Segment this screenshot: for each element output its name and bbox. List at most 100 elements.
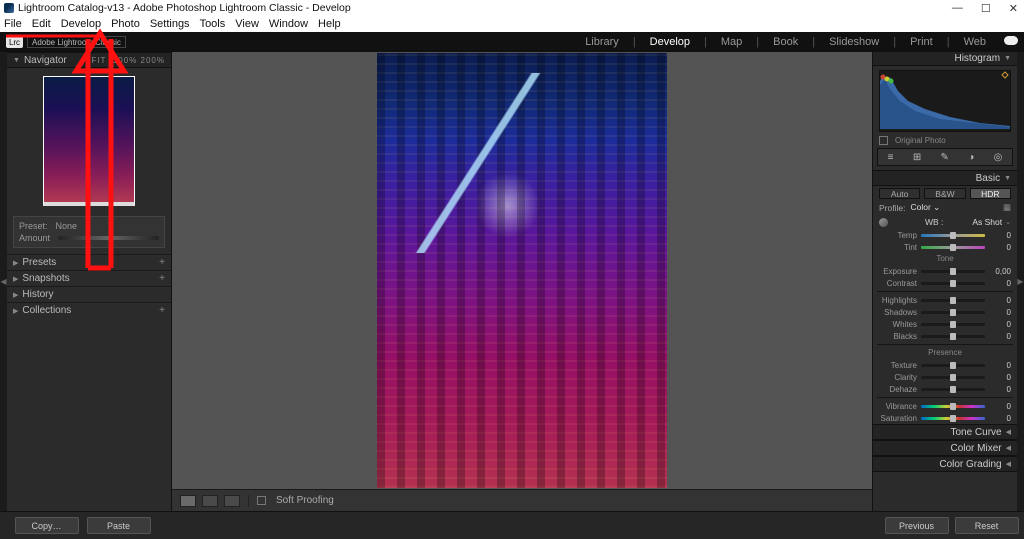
menu-settings[interactable]: Settings [150, 18, 190, 30]
menu-develop[interactable]: Develop [61, 18, 101, 30]
menu-help[interactable]: Help [318, 18, 341, 30]
slider-blacks[interactable]: Blacks0 [873, 330, 1017, 342]
slider-vibrance[interactable]: Vibrance0 [873, 400, 1017, 412]
slider-value[interactable]: 0,00 [989, 267, 1011, 276]
accordion-collections[interactable]: ▶Collections+ [7, 302, 171, 318]
right-edge-toggle[interactable]: ▶ [1017, 52, 1024, 511]
slider-knob-icon[interactable] [950, 309, 956, 316]
slider-knob-icon[interactable] [950, 333, 956, 340]
menu-view[interactable]: View [235, 18, 259, 30]
module-library[interactable]: Library [583, 36, 621, 48]
ref-view-icon[interactable] [224, 495, 240, 507]
soft-proofing-checkbox[interactable] [257, 496, 266, 505]
add-icon[interactable]: + [159, 257, 165, 268]
slider-track[interactable] [921, 246, 985, 249]
module-print[interactable]: Print [908, 36, 935, 48]
slider-knob-icon[interactable] [950, 362, 956, 369]
loupe-view-icon[interactable] [180, 495, 196, 507]
slider-track[interactable] [921, 405, 985, 408]
slider-highlights[interactable]: Highlights0 [873, 294, 1017, 306]
before-after-icon[interactable] [202, 495, 218, 507]
slider-value[interactable]: 0 [989, 361, 1011, 370]
slider-track[interactable] [921, 364, 985, 367]
slider-knob-icon[interactable] [950, 403, 956, 410]
left-edge-toggle[interactable]: ◀ [0, 52, 7, 511]
crop-icon[interactable]: ⊞ [913, 152, 921, 163]
slider-dehaze[interactable]: Dehaze0 [873, 383, 1017, 395]
cloud-sync-icon[interactable] [1004, 36, 1018, 45]
slider-texture[interactable]: Texture0 [873, 359, 1017, 371]
profile-grid-icon[interactable]: ▦ [1003, 202, 1011, 213]
slider-track[interactable] [921, 376, 985, 379]
slider-value[interactable]: 0 [989, 385, 1011, 394]
slider-temp[interactable]: Temp0 [873, 229, 1017, 241]
slider-track[interactable] [921, 270, 985, 273]
slider-knob-icon[interactable] [950, 321, 956, 328]
colormixer-header[interactable]: Color Mixer◀ [873, 440, 1017, 456]
accordion-presets[interactable]: ▶Presets+ [7, 254, 171, 270]
slider-knob-icon[interactable] [950, 415, 956, 422]
colorgrading-header[interactable]: Color Grading◀ [873, 456, 1017, 472]
slider-track[interactable] [921, 234, 985, 237]
slider-knob-icon[interactable] [950, 280, 956, 287]
slider-track[interactable] [921, 335, 985, 338]
slider-value[interactable]: 0 [989, 308, 1011, 317]
wb-value[interactable]: As Shot [972, 217, 1002, 227]
menu-photo[interactable]: Photo [111, 18, 140, 30]
add-icon[interactable]: + [159, 305, 165, 316]
slider-knob-icon[interactable] [950, 268, 956, 275]
module-slideshow[interactable]: Slideshow [827, 36, 881, 48]
accordion-history[interactable]: ▶History [7, 286, 171, 302]
heal-icon[interactable]: ✎ [941, 152, 949, 163]
slider-contrast[interactable]: Contrast0 [873, 277, 1017, 289]
reset-button[interactable]: Reset [955, 517, 1019, 534]
slider-track[interactable] [921, 417, 985, 420]
navigator-thumb[interactable] [7, 68, 171, 212]
slider-knob-icon[interactable] [950, 374, 956, 381]
slider-knob-icon[interactable] [950, 232, 956, 239]
redeye-icon[interactable]: ◎ [994, 152, 1003, 163]
sliders-icon[interactable]: ≡ [888, 152, 894, 163]
slider-value[interactable]: 0 [989, 332, 1011, 341]
minimize-icon[interactable]: — [952, 2, 963, 15]
accordion-snapshots[interactable]: ▶Snapshots+ [7, 270, 171, 286]
slider-knob-icon[interactable] [950, 297, 956, 304]
amount-slider[interactable] [58, 236, 159, 240]
slider-knob-icon[interactable] [950, 386, 956, 393]
slider-track[interactable] [921, 299, 985, 302]
profile-select[interactable]: Color ⌄ [910, 202, 998, 213]
slider-saturation[interactable]: Saturation0 [873, 412, 1017, 424]
maximize-icon[interactable]: ☐ [981, 2, 991, 15]
menu-file[interactable]: File [4, 18, 22, 30]
navigator-zoom[interactable]: FIT 100% 200% [91, 56, 165, 65]
slider-value[interactable]: 0 [989, 320, 1011, 329]
close-icon[interactable]: ✕ [1009, 2, 1018, 15]
previous-button[interactable]: Previous [885, 517, 949, 534]
slider-value[interactable]: 0 [989, 414, 1011, 423]
menu-edit[interactable]: Edit [32, 18, 51, 30]
slider-value[interactable]: 0 [989, 296, 1011, 305]
slider-track[interactable] [921, 282, 985, 285]
slider-value[interactable]: 0 [989, 402, 1011, 411]
tonecurve-header[interactable]: Tone Curve◀ [873, 424, 1017, 440]
slider-track[interactable] [921, 388, 985, 391]
histogram-header[interactable]: Histogram▼ [873, 52, 1017, 66]
module-web[interactable]: Web [962, 36, 988, 48]
bw-button[interactable]: B&W [924, 188, 965, 199]
slider-whites[interactable]: Whites0 [873, 318, 1017, 330]
menu-window[interactable]: Window [269, 18, 308, 30]
auto-button[interactable]: Auto [879, 188, 920, 199]
copy-button[interactable]: Copy… [15, 517, 79, 534]
module-develop[interactable]: Develop [648, 36, 692, 48]
slider-exposure[interactable]: Exposure0,00 [873, 265, 1017, 277]
add-icon[interactable]: + [159, 273, 165, 284]
module-book[interactable]: Book [771, 36, 800, 48]
eyedropper-icon[interactable] [879, 218, 888, 227]
hdr-button[interactable]: HDR [970, 188, 1011, 199]
slider-knob-icon[interactable] [950, 244, 956, 251]
navigator-header[interactable]: ▼ Navigator FIT 100% 200% [7, 52, 171, 68]
slider-track[interactable] [921, 311, 985, 314]
slider-shadows[interactable]: Shadows0 [873, 306, 1017, 318]
paste-button[interactable]: Paste [87, 517, 151, 534]
slider-value[interactable]: 0 [989, 231, 1011, 240]
